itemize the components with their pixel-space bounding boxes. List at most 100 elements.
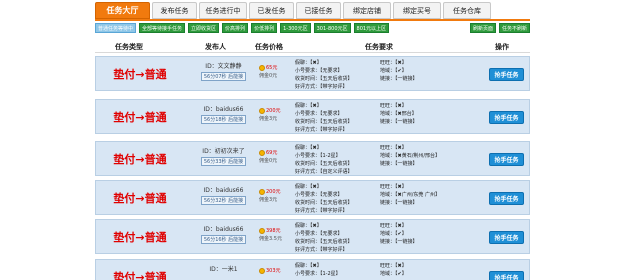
publisher: ID：初初次来了 56分33秒 后能接 (191, 146, 256, 166)
coin-icon (259, 107, 265, 114)
req-wangwang: 旺旺：【✖】 (380, 263, 407, 269)
tab-6[interactable]: 绑定买号 (393, 2, 441, 19)
req-fake-chat: 假聊：【✖】 (295, 60, 322, 66)
table-row: 垫付→普通 ID：baidus66 56分18秒 后能接 200元 佣金3元 假聊：【✖】… (95, 99, 530, 134)
req-region: 地域：【✖广州/东莞 广州】 (380, 192, 440, 198)
req-account: 小号要求：【1-2星】 (295, 271, 341, 277)
header-type: 任务类型 (115, 43, 143, 51)
req-region: 地域：【✖黄石/荆州/邢台】 (380, 153, 441, 159)
commission: 佣金0元 (259, 158, 278, 164)
tab-7[interactable]: 任务仓库 (443, 2, 491, 19)
table-header: 任务类型 发布人 任务价格 任务要求 操作 (95, 40, 530, 53)
req-account: 小号要求：【无要求】 (295, 231, 343, 237)
coin-icon (259, 64, 265, 71)
req-receipt-time: 收货时间：【五天后收货】 (295, 76, 353, 82)
time-badge: 56分07秒 后能接 (200, 72, 247, 81)
top-nav: 任务大厅 发布任务 任务进行中 已发任务 已接任务 绑定店铺 绑定买号 任务仓库 (95, 2, 530, 19)
req-region: 地域：【✖邢台】 (380, 111, 417, 117)
grab-task-button[interactable]: 抢手任务 (489, 68, 524, 81)
header-action: 操作 (495, 43, 509, 51)
req-receipt-time: 收货时间：【五天后收货】 (295, 200, 353, 206)
filter-button-2[interactable]: 立即收货区 (188, 23, 220, 33)
grab-task-button[interactable]: 抢手任务 (489, 271, 524, 280)
time-badge: 56分16秒 后能接 (200, 235, 247, 244)
req-region: 地域：【✔】 (380, 271, 407, 277)
header-publisher: 发布人 (205, 43, 226, 51)
tab-2[interactable]: 任务进行中 (199, 2, 247, 19)
req-link: 链接：【一链接】 (380, 119, 418, 125)
task-type: 垫付→普通 (113, 153, 167, 166)
time-badge: 56分18秒 后能接 (200, 115, 247, 124)
req-account: 小号要求：【无要求】 (295, 192, 343, 198)
commission: 佣金3.5元 (259, 236, 282, 242)
filter-button-7[interactable]: 801元以上区 (353, 23, 390, 33)
publisher: ID：baidus66 56分32秒 后能接 (191, 185, 256, 205)
filter-button-0[interactable]: 普通任务等待中 (95, 23, 137, 33)
tab-0[interactable]: 任务大厅 (95, 2, 150, 19)
table-row: 垫付→普通 ID：一米1 303元 假聊：【✖】 小号要求：【1-2星】 旺旺：【✖】 地域… (95, 259, 530, 280)
req-link: 链接：【一链接】 (380, 161, 418, 167)
refresh-page-button[interactable]: 刷新页面 (469, 23, 496, 33)
tab-4[interactable]: 已接任务 (296, 2, 341, 19)
task-type: 垫付→普通 (113, 271, 167, 280)
filter-button-3[interactable]: 价高排列 (222, 23, 249, 33)
publisher-id: ID：初初次来了 (202, 148, 245, 155)
filter-bar: 普通任务等待中 全部等待接手任务 立即收货区 价高排列 价低排列 1-300元区 301-8… (95, 22, 530, 34)
task-type: 垫付→普通 (113, 192, 167, 205)
req-wangwang: 旺旺：【✖】 (380, 223, 407, 229)
req-review: 好评方式：【自定义评语】 (295, 169, 353, 175)
filter-button-6[interactable]: 301-800元区 (313, 23, 351, 33)
commission: 佣金3元 (259, 197, 278, 203)
task-type: 垫付→普通 (113, 111, 167, 124)
price-block: 200元佣金3元 (259, 107, 289, 123)
task-type: 垫付→普通 (113, 68, 167, 81)
no-refresh-button[interactable]: 任务不刷新 (498, 23, 530, 33)
req-account: 小号要求：【1-2星】 (295, 153, 341, 159)
req-wangwang: 旺旺：【✖】 (380, 184, 407, 190)
price-block: 69元佣金0元 (259, 149, 289, 165)
price-amount: 200元 (266, 108, 281, 114)
table-row: 垫付→普通 ID：baidus66 56分16秒 后能接 398元 佣金3.5元 假聊：【… (95, 219, 530, 254)
req-receipt-time: 收货时间：【五天后收货】 (295, 239, 353, 245)
price-amount: 303元 (266, 268, 281, 274)
price-block: 65元佣金0元 (259, 64, 289, 80)
coin-icon (259, 267, 265, 274)
req-region: 地域：【✔】 (380, 68, 407, 74)
grab-task-button[interactable]: 抢手任务 (489, 231, 524, 244)
req-wangwang: 旺旺：【✖】 (380, 145, 407, 151)
req-review: 好评方式：【带字好评】 (295, 208, 348, 214)
tab-5[interactable]: 绑定店铺 (343, 2, 391, 19)
req-review: 好评方式：【带字好评】 (295, 84, 348, 90)
publisher-id: ID：文文静静 (205, 63, 242, 70)
price-amount: 69元 (266, 150, 278, 156)
filter-button-4[interactable]: 价低排列 (251, 23, 278, 33)
publisher: ID：一米1 (191, 264, 256, 273)
table-row: 垫付→普通 ID：baidus66 56分32秒 后能接 200元 佣金3元 假聊：【✖】… (95, 180, 530, 215)
publisher-id: ID：baidus66 (203, 226, 244, 233)
filter-button-5[interactable]: 1-300元区 (280, 23, 311, 33)
tab-1[interactable]: 发布任务 (152, 2, 197, 19)
publisher: ID：文文静静 56分07秒 后能接 (191, 61, 256, 81)
time-badge: 56分32秒 后能接 (200, 196, 247, 205)
grab-task-button[interactable]: 抢手任务 (489, 192, 524, 205)
table-row: 垫付→普通 ID：文文静静 56分07秒 后能接 65元 佣金0元 假聊：【✖】 小号要求：… (95, 56, 530, 91)
nav-underline (95, 19, 530, 21)
commission: 佣金3元 (259, 116, 278, 122)
req-fake-chat: 假聊：【✖】 (295, 145, 322, 151)
price-amount: 65元 (266, 65, 278, 71)
tab-3[interactable]: 已发任务 (249, 2, 294, 19)
req-wangwang: 旺旺：【✖】 (380, 103, 407, 109)
grab-task-button[interactable]: 抢手任务 (489, 153, 524, 166)
time-badge: 56分33秒 后能接 (200, 157, 247, 166)
req-fake-chat: 假聊：【✖】 (295, 223, 322, 229)
grab-task-button[interactable]: 抢手任务 (489, 111, 524, 124)
coin-icon (259, 188, 265, 195)
table-row: 垫付→普通 ID：初初次来了 56分33秒 后能接 69元 佣金0元 假聊：【✖】 小号要求… (95, 141, 530, 176)
coin-icon (259, 149, 265, 156)
req-fake-chat: 假聊：【✖】 (295, 184, 322, 190)
req-link: 链接：【一链接】 (380, 200, 418, 206)
filter-button-1[interactable]: 全部等待接手任务 (139, 23, 186, 33)
commission: 佣金0元 (259, 73, 278, 79)
header-price: 任务价格 (255, 43, 283, 51)
req-review: 好评方式：【带字好评】 (295, 127, 348, 133)
